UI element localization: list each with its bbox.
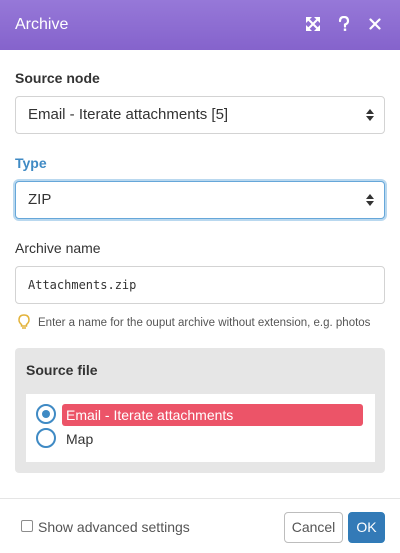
source-node-value: Email - Iterate attachments [5] <box>28 106 229 123</box>
type-value: ZIP <box>28 191 52 208</box>
show-advanced-checkbox[interactable] <box>21 520 33 532</box>
source-file-title: Source file <box>26 362 98 378</box>
select-caret-icon <box>366 194 374 206</box>
lightbulb-icon <box>18 314 30 329</box>
type-select[interactable]: ZIP <box>15 181 385 219</box>
help-icon[interactable] <box>335 15 353 33</box>
option-label: Email - Iterate attachments <box>62 404 363 426</box>
dialog-header: Archive <box>0 0 400 50</box>
close-icon[interactable] <box>366 15 384 33</box>
source-file-options: Email - Iterate attachments Map <box>26 394 375 462</box>
source-file-panel: Source file Email - Iterate attachments … <box>15 348 385 473</box>
ok-button[interactable]: OK <box>348 512 385 543</box>
archive-name-value: Attachments.zip <box>28 278 137 292</box>
cancel-button[interactable]: Cancel <box>284 512 343 543</box>
source-file-option-map[interactable]: Map <box>36 428 366 450</box>
archive-name-label: Archive name <box>15 240 101 256</box>
source-file-option-email[interactable]: Email - Iterate attachments <box>36 404 366 426</box>
hint-text: Enter a name for the ouput archive witho… <box>38 317 371 329</box>
source-node-select[interactable]: Email - Iterate attachments [5] <box>15 96 385 134</box>
source-node-label: Source node <box>15 70 100 86</box>
archive-name-input[interactable]: Attachments.zip <box>15 266 385 304</box>
select-caret-icon <box>366 109 374 121</box>
option-label: Map <box>66 431 94 447</box>
expand-icon[interactable] <box>304 15 322 33</box>
dialog-title: Archive <box>15 16 69 33</box>
radio-button-selected[interactable] <box>36 404 56 424</box>
show-advanced-label[interactable]: Show advanced settings <box>38 519 190 535</box>
type-label: Type <box>15 155 47 171</box>
radio-button[interactable] <box>36 428 56 448</box>
